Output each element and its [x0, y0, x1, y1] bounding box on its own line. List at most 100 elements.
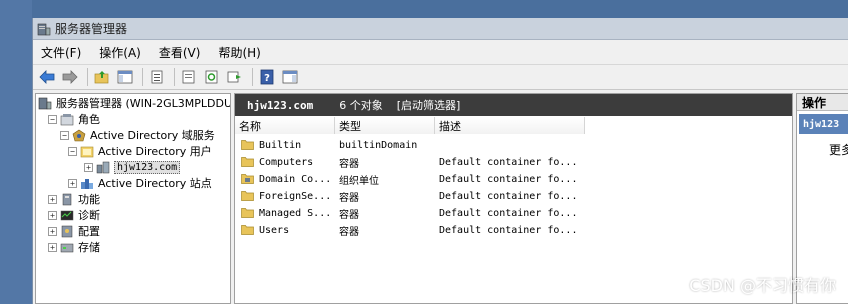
menu-file[interactable]: 文件(F) — [41, 44, 81, 61]
tree-item-diagnostics[interactable]: + 诊断 — [48, 207, 100, 223]
tree-item-label: Active Directory 用户 — [98, 145, 212, 158]
column-header-name[interactable]: 名称 — [235, 117, 335, 134]
domain-icon — [96, 161, 110, 174]
tree-item-label: Active Directory 域服务 — [90, 129, 215, 142]
collapse-icon[interactable]: − — [60, 130, 69, 140]
show-action-pane-icon[interactable] — [280, 67, 300, 87]
tree-item-domain[interactable]: + hjw123.com — [84, 159, 181, 175]
actions-selected-item[interactable]: hjw123 — [799, 114, 848, 134]
toolbar-separator — [142, 68, 143, 86]
collapse-icon[interactable]: − — [48, 114, 57, 124]
header-domain-name: hjw123.com — [247, 98, 314, 112]
row-name: Computers — [259, 156, 314, 168]
cell-name: Users — [235, 224, 335, 237]
column-header-type[interactable]: 类型 — [335, 117, 435, 134]
row-name: Builtin — [259, 139, 302, 151]
tree-item-label: 服务器管理器 (WIN-2GL3MPLDDU9) — [56, 97, 231, 110]
refresh-icon[interactable] — [202, 67, 222, 87]
server-manager-window: 服务器管理器 文件(F) 操作(A) 查看(V) 帮助(H) ? 服务器管理器 … — [32, 18, 848, 304]
ad-ds-icon — [72, 129, 86, 142]
diagnostics-icon — [60, 209, 74, 222]
table-row[interactable]: Domain Co... 组织单位 Default container fo... — [235, 171, 792, 187]
forward-icon[interactable] — [60, 67, 80, 87]
actions-header: 操作 — [797, 94, 848, 111]
cell-description: Default container fo... — [439, 207, 578, 219]
console-tree[interactable]: 服务器管理器 (WIN-2GL3MPLDDU9) − 角色 − Active D… — [35, 93, 231, 304]
tree-item-storage[interactable]: + 存储 — [48, 239, 100, 255]
expand-icon[interactable]: + — [48, 226, 57, 236]
cell-description: Default container fo... — [439, 190, 578, 202]
expand-icon[interactable]: + — [48, 210, 57, 220]
tree-item-label: 存储 — [78, 241, 100, 254]
up-folder-icon[interactable] — [92, 67, 112, 87]
back-icon[interactable] — [37, 67, 57, 87]
header-object-count: 6 个对象 — [339, 99, 383, 112]
table-row[interactable]: Managed S... 容器 Default container fo... — [235, 205, 792, 221]
cell-type: 组织单位 — [339, 175, 379, 187]
cell-type: 容器 — [339, 209, 359, 221]
title-bar[interactable]: 服务器管理器 — [33, 18, 848, 40]
cell-type: 容器 — [339, 158, 359, 170]
new-icon[interactable] — [225, 67, 245, 87]
help-icon[interactable]: ? — [257, 67, 277, 87]
configuration-icon — [60, 225, 74, 238]
tree-item-configuration[interactable]: + 配置 — [48, 223, 100, 239]
roles-icon — [60, 113, 74, 126]
menu-view[interactable]: 查看(V) — [159, 44, 201, 61]
menu-bar: 文件(F) 操作(A) 查看(V) 帮助(H) — [33, 41, 848, 63]
cell-name: ForeignSe... — [235, 190, 335, 203]
cell-name: Domain Co... — [235, 173, 335, 186]
show-tree-icon[interactable] — [115, 67, 135, 87]
menu-help[interactable]: 帮助(H) — [218, 44, 260, 61]
tree-item-label: 角色 — [78, 113, 100, 126]
tree-item-label: 诊断 — [78, 209, 100, 222]
server-manager-icon — [38, 97, 52, 110]
export-icon[interactable] — [179, 67, 199, 87]
svg-text:?: ? — [264, 73, 270, 84]
table-row[interactable]: Users 容器 Default container fo... — [235, 222, 792, 238]
folder-icon — [241, 139, 255, 152]
table-row[interactable]: ForeignSe... 容器 Default container fo... — [235, 188, 792, 204]
expand-icon[interactable]: + — [68, 178, 77, 188]
menu-action[interactable]: 操作(A) — [99, 44, 141, 61]
folder-icon — [241, 190, 255, 203]
tree-item-ad-users[interactable]: − Active Directory 用户 — [68, 143, 212, 159]
watermark: CSDN @不习惯有你 — [689, 276, 836, 295]
tree-item-ad-sites[interactable]: + Active Directory 站点 — [68, 175, 212, 191]
row-name: Domain Co... — [259, 173, 332, 185]
tree-item-ad-ds[interactable]: − Active Directory 域服务 — [48, 127, 215, 143]
folder-icon — [241, 156, 255, 169]
table-row[interactable]: Computers 容器 Default container fo... — [235, 154, 792, 170]
expand-icon[interactable]: + — [48, 242, 57, 252]
folder-icon — [241, 224, 255, 237]
collapse-icon[interactable]: − — [68, 146, 77, 156]
tree-item-roles[interactable]: − 角色 — [48, 111, 100, 127]
tree-item-label: hjw123.com — [114, 160, 181, 174]
ou-icon — [241, 173, 255, 186]
tree-item-features[interactable]: + 功能 — [48, 191, 100, 207]
row-name: Users — [259, 224, 290, 236]
row-name: ForeignSe... — [259, 190, 332, 202]
more-actions-link[interactable]: 更多 — [829, 141, 848, 158]
storage-icon — [60, 241, 74, 254]
column-headers: 名称 类型 描述 — [235, 117, 585, 134]
toolbar-separator — [252, 68, 253, 86]
cell-type: 容器 — [339, 226, 359, 238]
cell-type: 容器 — [339, 192, 359, 204]
toolbar-separator — [174, 68, 175, 86]
tree-item-label: 功能 — [78, 193, 100, 206]
header-filter-status: [启动筛选器] — [396, 99, 461, 112]
features-icon — [60, 193, 74, 206]
cell-name: Computers — [235, 156, 335, 169]
cell-description: Default container fo... — [439, 173, 578, 185]
expand-icon[interactable]: + — [48, 194, 57, 204]
table-row[interactable]: Builtin builtinDomain — [235, 137, 792, 153]
expand-icon[interactable]: + — [84, 162, 93, 172]
folder-icon — [241, 207, 255, 220]
results-header: hjw123.com 6 个对象 [启动筛选器] — [235, 94, 792, 116]
tree-item-server-manager[interactable]: 服务器管理器 (WIN-2GL3MPLDDU9) — [38, 95, 231, 111]
ad-sites-icon — [80, 177, 94, 190]
properties-icon[interactable] — [147, 67, 167, 87]
row-name: Managed S... — [259, 207, 332, 219]
column-header-description[interactable]: 描述 — [435, 117, 585, 134]
